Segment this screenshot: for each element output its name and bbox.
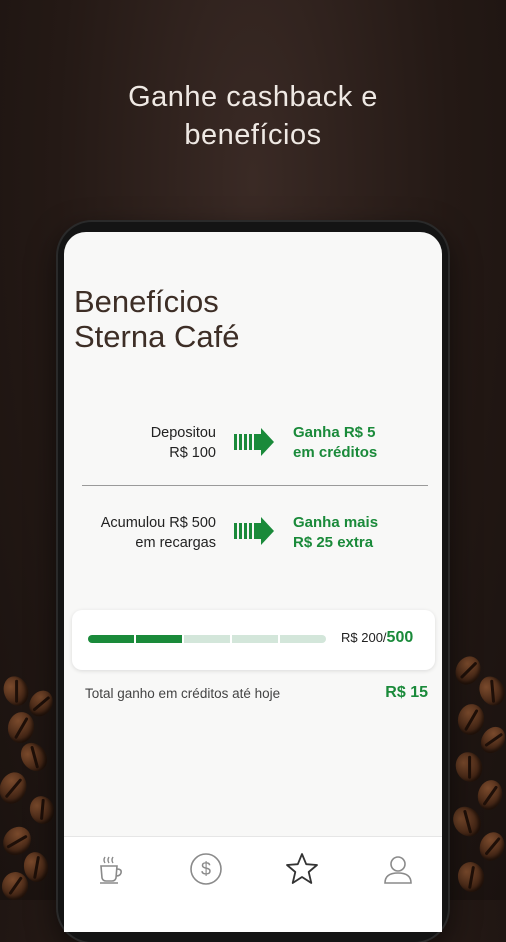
page-title-line1: Benefícios: [74, 284, 219, 319]
rule-condition: Depositou R$ 100: [64, 423, 216, 463]
divider: [82, 485, 428, 486]
bottom-nav: $: [64, 836, 442, 932]
coffee-cup-icon: [100, 856, 122, 884]
nav-item-benefits[interactable]: [282, 849, 322, 889]
promo-title: Ganhe cashback e benefícios: [0, 78, 506, 154]
rule-reward-line1: Ganha R$ 5: [293, 424, 376, 441]
progress-current: R$ 200/: [341, 630, 387, 645]
nav-item-coffee[interactable]: [90, 849, 130, 889]
rule-condition-line2: em recargas: [135, 535, 216, 551]
page-title: Benefícios Sterna Café: [74, 284, 239, 354]
rule-reward: Ganha R$ 5 em créditos: [293, 423, 377, 463]
total-earned-value: R$ 15: [385, 684, 428, 701]
progress-text: R$ 200/500: [341, 629, 413, 647]
progress-bar: [88, 635, 326, 643]
rule-condition-line1: Depositou: [150, 425, 216, 441]
rule-reward-line1: Ganha mais: [293, 514, 379, 531]
rule-reward-line2: R$ 25 extra: [293, 534, 374, 551]
progress-segment-empty: [184, 635, 230, 643]
dollar-coin-icon: $: [190, 853, 222, 885]
total-earned-label: Total ganho em créditos até hoje: [85, 686, 281, 701]
rule-condition-line1: Acumulou R$ 500: [100, 515, 216, 531]
progress-segment-empty: [280, 635, 326, 643]
arrow-right-icon: [232, 427, 276, 457]
progress-goal: 500: [386, 629, 414, 646]
progress-segment-filled: [136, 635, 182, 643]
nav-item-profile[interactable]: [378, 849, 418, 889]
rule-condition: Acumulou R$ 500 em recargas: [64, 513, 216, 553]
user-icon: [384, 856, 412, 884]
promo-title-line2: benefícios: [184, 119, 322, 151]
star-icon: [286, 853, 318, 884]
rule-condition-line2: R$ 100: [169, 445, 216, 461]
progress-card: R$ 200/500: [72, 610, 435, 670]
rule-reward: Ganha mais R$ 25 extra: [293, 513, 378, 553]
nav-item-money[interactable]: $: [186, 849, 226, 889]
rule-reward-line2: em créditos: [293, 444, 378, 461]
progress-segment-empty: [232, 635, 278, 643]
svg-text:$: $: [201, 859, 211, 879]
benefit-rule-accumulate: Acumulou R$ 500 em recargas Ganha mais R…: [64, 513, 442, 563]
progress-segment-filled: [88, 635, 134, 643]
page-title-line2: Sterna Café: [74, 319, 240, 354]
arrow-right-icon: [232, 516, 276, 546]
app-screen: Benefícios Sterna Café Depositou R$ 100 …: [64, 232, 442, 932]
promo-title-line1: Ganhe cashback e: [128, 81, 378, 113]
benefit-rule-deposit: Depositou R$ 100 Ganha R$ 5 em créditos: [64, 423, 442, 473]
